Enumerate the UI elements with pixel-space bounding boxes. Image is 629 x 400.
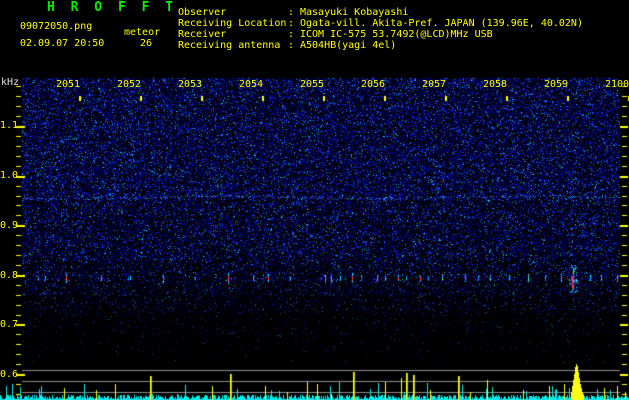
time-tick-label: 2059 — [544, 79, 569, 90]
time-tick-label: 2056 — [361, 79, 386, 90]
info-value: ICOM IC-575 53.7492(@LCD)MHz USB — [300, 29, 493, 40]
time-tick-label: 2057 — [422, 79, 447, 90]
info-value: A504HB(yagi 4el) — [300, 40, 397, 51]
info-value: Ogata-vill. Akita-Pref. JAPAN (139.96E, … — [300, 18, 583, 29]
info-separator: : — [288, 40, 295, 51]
info-separator: : — [288, 29, 295, 40]
hrofft-screen: H R O F F T 09072050.png meteor 02.09.07… — [0, 0, 629, 400]
info-label: Receiving Location — [178, 18, 287, 29]
info-row-observer: Observer: Masayuki Kobayashi — [178, 7, 583, 18]
spectrogram-canvas — [0, 0, 629, 400]
freq-tick-label: 0.7 — [0, 319, 19, 330]
station-info: Observer: Masayuki Kobayashi Receiving Lo… — [178, 7, 583, 51]
freq-tick-label: 0.6 — [0, 369, 19, 380]
info-value: Masayuki Kobayashi — [300, 7, 409, 18]
time-tick-label: 2052 — [117, 79, 142, 90]
info-separator: : — [288, 7, 295, 18]
freq-tick-label: 1.1 — [0, 120, 19, 131]
freq-tick-label: 0.8 — [0, 270, 19, 281]
freq-tick-label: 0.9 — [0, 220, 19, 231]
info-label: Receiving antenna — [178, 40, 281, 51]
meteor-count: 26 — [140, 38, 153, 49]
info-separator: : — [288, 18, 295, 29]
time-tick-label: 2054 — [239, 79, 264, 90]
mode-label: meteor — [124, 27, 161, 38]
info-label: Receiver — [178, 29, 227, 40]
info-row-antenna: Receiving antenna: A504HB(yagi 4el) — [178, 40, 583, 51]
datetime-label: 02.09.07 20:50 — [20, 38, 105, 49]
freq-unit-label: kHz — [1, 77, 20, 88]
freq-tick-label: 1.0 — [0, 170, 19, 181]
info-row-receiver: Receiver: ICOM IC-575 53.7492(@LCD)MHz US… — [178, 29, 583, 40]
time-tick-label: 2055 — [300, 79, 325, 90]
info-row-location: Receiving Location: Ogata-vill. Akita-Pre… — [178, 18, 583, 29]
info-label: Observer — [178, 7, 227, 18]
time-tick-label: 2100 — [605, 79, 629, 90]
time-tick-label: 2053 — [178, 79, 203, 90]
time-tick-label: 2058 — [483, 79, 508, 90]
time-tick-label: 2051 — [56, 79, 81, 90]
filename-label: 09072050.png — [20, 21, 93, 32]
app-title: H R O F F T — [47, 0, 178, 15]
